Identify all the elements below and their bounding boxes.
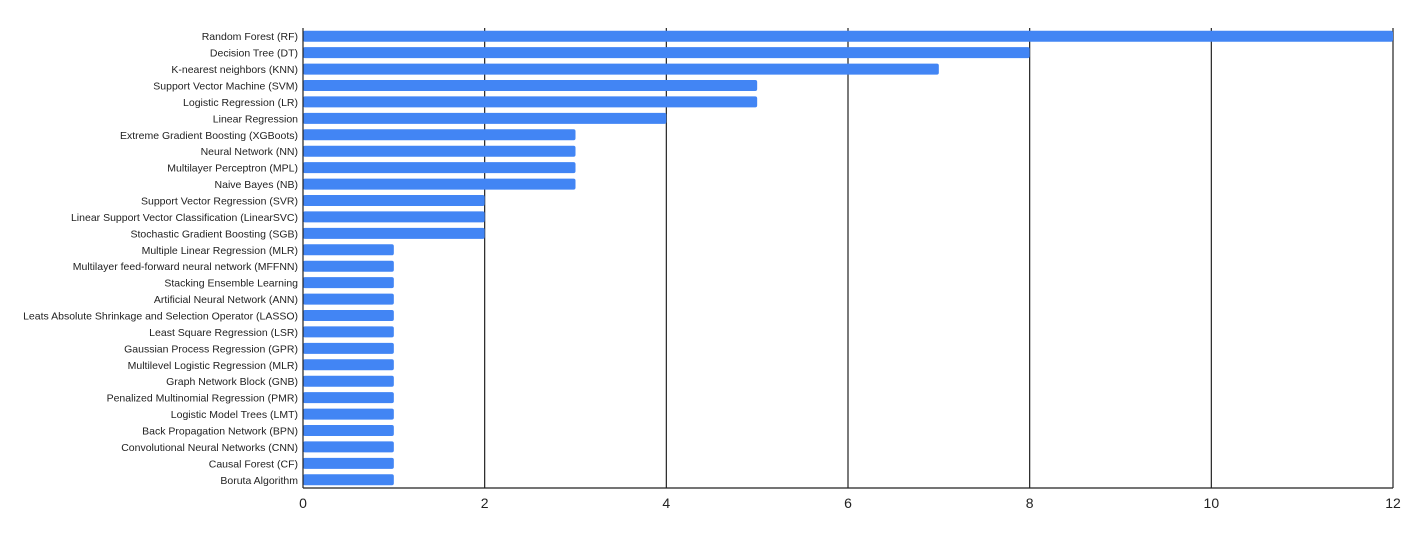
category-label: Causal Forest (CF) [209, 458, 298, 470]
bar [303, 80, 758, 91]
category-label: Support Vector Regression (SVR) [141, 196, 298, 208]
x-axis-ticks: 0 2 4 6 8 10 12 [299, 495, 1401, 511]
bar [303, 211, 485, 223]
x-tick-label: 6 [844, 495, 852, 511]
bar [303, 112, 667, 124]
bar [303, 425, 394, 436]
bar [303, 47, 1030, 59]
bar [303, 293, 394, 305]
category-label: Linear Support Vector Classification (Li… [71, 212, 298, 224]
bar [303, 408, 394, 420]
bar [303, 244, 394, 256]
bar [303, 392, 394, 404]
x-tick-label: 12 [1385, 495, 1401, 511]
category-label: Decision Tree (DT) [210, 48, 298, 60]
category-label: Logistic Model Trees (LMT) [171, 409, 298, 421]
category-label: Boruta Algorithm [220, 475, 298, 487]
bar [303, 375, 394, 387]
category-label: Support Vector Machine (SVM) [153, 81, 298, 93]
bar [303, 277, 394, 289]
category-label: Neural Network (NN) [201, 146, 298, 158]
bar [303, 359, 394, 371]
bar [303, 310, 394, 321]
category-label: Artificial Neural Network (ANN) [154, 294, 298, 306]
x-tick-label: 0 [299, 495, 307, 511]
bar [303, 326, 394, 338]
category-label: Gaussian Process Regression (GPR) [124, 343, 298, 355]
category-label: Naive Bayes (NB) [215, 179, 298, 191]
category-label: Stochastic Gradient Boosting (SGB) [131, 228, 299, 240]
bar [303, 474, 394, 486]
category-label: Random Forest (RF) [202, 31, 298, 43]
x-tick-label: 4 [662, 495, 670, 511]
bar [303, 30, 1393, 42]
category-label: Convolutional Neural Networks (CNN) [121, 442, 298, 454]
bar [303, 195, 485, 206]
category-label: Leats Absolute Shrinkage and Selection O… [23, 311, 298, 323]
category-label: Multilevel Logistic Regression (MLR) [128, 360, 298, 372]
category-label: Extreme Gradient Boosting (XGBoots) [120, 130, 298, 142]
category-labels: Random Forest (RF) Decision Tree (DT) K-ne… [23, 31, 298, 487]
x-tick-label: 2 [481, 495, 489, 511]
x-tick-label: 8 [1026, 495, 1034, 511]
category-label: Penalized Multinomial Regression (PMR) [107, 393, 298, 405]
category-label: Back Propagation Network (BPN) [142, 426, 298, 438]
category-label: Least Square Regression (LSR) [149, 327, 298, 339]
category-label: Multilayer feed-forward neural network (… [73, 261, 298, 273]
category-label: Multilayer Perceptron (MPL) [167, 163, 298, 175]
bar [303, 227, 485, 239]
category-label: Logistic Regression (LR) [183, 97, 298, 109]
category-label: Multiple Linear Regression (MLR) [142, 245, 298, 257]
bar [303, 162, 576, 174]
category-label: K-nearest neighbors (KNN) [171, 64, 298, 76]
x-tick-label: 10 [1204, 495, 1220, 511]
bar [303, 129, 576, 141]
horizontal-bar-chart: Random Forest (RF) Decision Tree (DT) K-ne… [23, 28, 1401, 511]
bar [303, 342, 394, 354]
bar [303, 96, 758, 108]
bar [303, 145, 576, 157]
bar [303, 63, 939, 75]
category-label: Stacking Ensemble Learning [164, 278, 298, 290]
category-label: Graph Network Block (GNB) [166, 376, 298, 388]
bar [303, 441, 394, 453]
bar [303, 178, 576, 190]
bar [303, 457, 394, 469]
category-label: Linear Regression [213, 113, 298, 125]
bar [303, 260, 394, 272]
